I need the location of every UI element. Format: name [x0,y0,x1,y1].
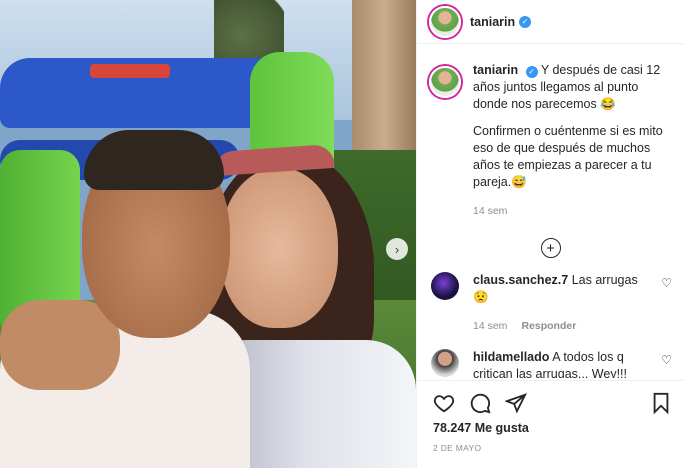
comment-username[interactable]: hildamellado [473,350,549,364]
heart-icon[interactable] [433,392,455,414]
comment-body: hildamellado A todos los q critican las … [473,349,653,378]
comment-body: claus.sanchez.7 Las arrugas 😟 14 sem Resp… [473,272,653,335]
comment-item: claus.sanchez.7 Las arrugas 😟 14 sem Resp… [417,272,684,335]
heart-icon[interactable]: ♡ [661,353,672,367]
comments-list[interactable]: taniarin ✓ Y después de casi 12 años jun… [417,62,684,378]
caption: taniarin ✓ Y después de casi 12 años jun… [417,62,684,220]
next-arrow-icon[interactable]: › [386,238,408,260]
likes-count[interactable]: 78.247 Me gusta [417,421,684,435]
reply-button[interactable]: Responder [521,320,576,332]
verified-icon: ✓ [519,15,532,28]
caption-body: taniarin ✓ Y después de casi 12 años jun… [473,62,672,220]
comment-username[interactable]: claus.sanchez.7 [473,273,568,287]
side-panel: taniarin ✓ taniarin ✓ Y después de casi … [416,0,684,468]
post-photo[interactable]: › [0,0,416,468]
photo-woman-face [220,168,338,328]
actions-bar: 78.247 Me gusta 2 DE MAYO [417,380,684,468]
bookmark-icon[interactable] [650,392,672,414]
instagram-post: › taniarin ✓ taniarin ✓ Y después de cas… [0,0,684,468]
verified-icon: ✓ [525,65,538,78]
post-date[interactable]: 2 DE MAYO [417,443,684,453]
caption-avatar[interactable] [429,66,461,98]
comment-avatar[interactable] [431,272,459,300]
comment-avatar[interactable] [431,349,459,377]
share-icon[interactable] [505,392,527,414]
caption-time: 14 sem [473,205,508,217]
comment-meta: 14 sem Responder [473,318,653,335]
comment-icon[interactable] [469,392,491,414]
post-header: taniarin ✓ [417,0,684,44]
photo-bouncy-stripe [90,64,170,78]
caption-username[interactable]: taniarin [473,63,518,77]
author-avatar[interactable] [429,5,461,38]
caption-text-2: Confirmen o cuéntenme si es mito eso de … [473,124,663,189]
comment-time: 14 sem [473,320,508,332]
heart-icon[interactable]: ♡ [661,276,672,290]
load-more-plus-icon[interactable]: + [540,238,561,258]
load-more[interactable]: + [417,238,684,258]
action-buttons [417,381,684,417]
author-username[interactable]: taniarin [470,15,515,29]
comment-item: hildamellado A todos los q critican las … [417,349,684,378]
photo-man-hair [84,130,224,190]
